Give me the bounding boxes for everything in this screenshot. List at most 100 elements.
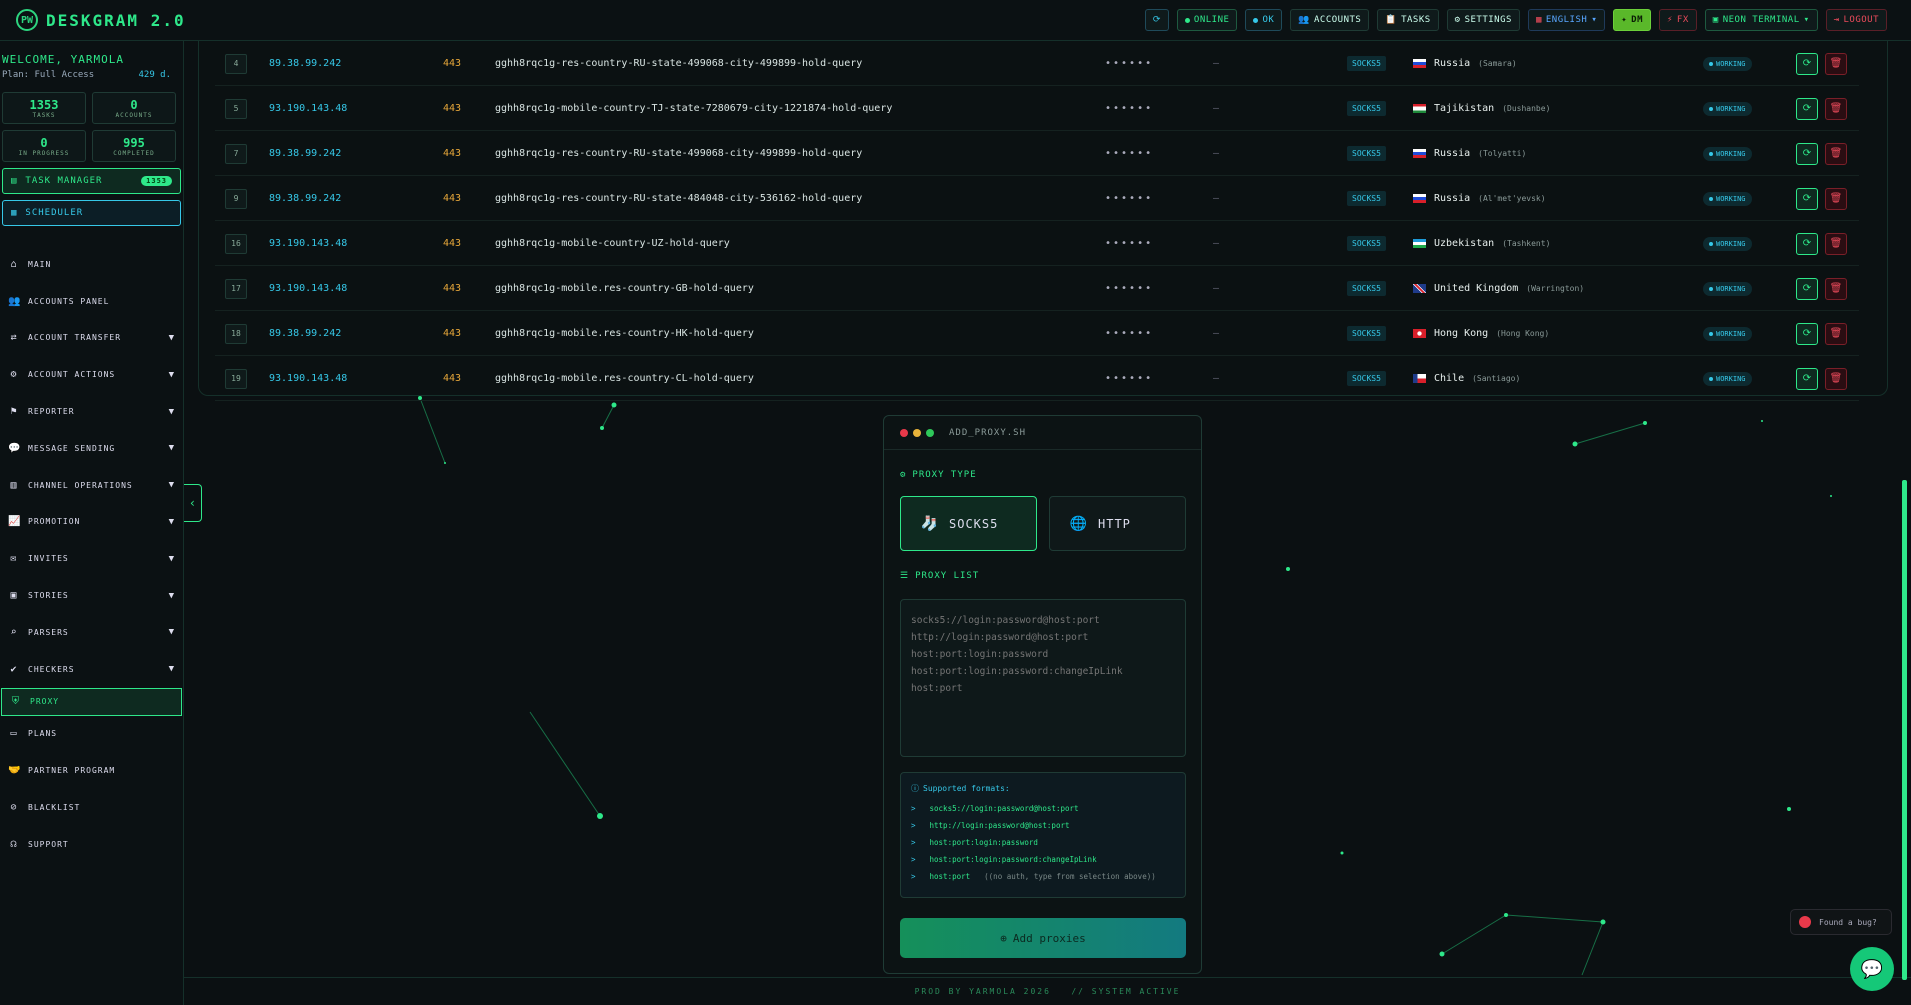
window-close-dot-icon [900,428,908,437]
refresh-button[interactable]: ⟳ [1144,9,1169,31]
chat-icon: 💬 [8,442,22,454]
check-proxy-button[interactable]: ⟳ [1796,277,1818,300]
type-http-button[interactable]: 🌐 HTTP [1049,496,1186,551]
language-select[interactable]: ▦ ENGLISH ▾ [1527,9,1606,31]
row-id: 18 [225,323,247,344]
check-proxy-button[interactable]: ⟳ [1796,232,1818,255]
delete-proxy-button[interactable]: 🗑 [1825,187,1847,210]
delete-proxy-button[interactable]: 🗑 [1825,142,1847,165]
top-bar: PW DESKGRAM 2.0 ⟳ ONLINE OK 👥 ACCOUNTS 📋 T… [0,0,1911,41]
sidebar-item-label: SUPPORT [28,839,69,849]
gb-flag-icon [1413,284,1426,293]
delete-proxy-button[interactable]: 🗑 [1825,277,1847,300]
plan-days: 429 d. [138,70,171,80]
proxy-location: Chile (Santiago) [1413,373,1520,384]
logout-button[interactable]: ⇥ LOGOUT [1825,9,1887,31]
scheduler-button[interactable]: ▦ SCHEDULER [2,200,181,226]
sidebar-item-proxy[interactable]: ⛨ PROXY [1,687,182,716]
proxy-type-badge: SOCKS5 [1347,371,1386,386]
sidebar-item-main[interactable]: ⌂ MAIN [0,246,183,283]
check-proxy-button[interactable]: ⟳ [1796,97,1818,120]
chat-button[interactable]: 💬 [1850,947,1894,991]
sidebar-item-invites[interactable]: ✉ INVITES ▼ [0,540,183,577]
sidebar-item-message-sending[interactable]: 💬 MESSAGE SENDING ▼ [0,430,183,467]
delete-proxy-button[interactable]: 🗑 [1825,367,1847,390]
proxy-login: gghh8rqc1g-mobile.res-country-HK-hold-qu… [495,328,754,339]
check-proxy-button[interactable]: ⟳ [1796,142,1818,165]
prompt-icon: > [911,855,916,864]
proxy-extra: — [1213,193,1220,204]
delete-proxy-button[interactable]: 🗑 [1825,97,1847,120]
check-proxy-button[interactable]: ⟳ [1796,322,1818,345]
sidebar-item-plans[interactable]: ▭ PLANS [0,716,183,753]
channel-icon: ▥ [10,479,18,491]
sidebar-item-label: PROXY [30,697,60,707]
fx-button[interactable]: ⚡ FX [1659,9,1697,31]
table-row: 19 93.190.143.48 443 gghh8rqc1g-mobile.res-… [215,357,1859,401]
page-scrollbar[interactable] [1902,480,1907,980]
sidebar-collapse-button[interactable]: ‹ [184,484,202,522]
add-proxy-card: ADD_PROXY.SH ⚙ PROXY TYPE 🧦 SOCKS5 🌐 HTT… [883,415,1202,974]
add-proxies-button[interactable]: ⊕ Add proxies [900,918,1186,958]
sidebar-item-reporter[interactable]: ⚑ REPORTER ▼ [0,393,183,430]
sidebar-item-account-transfer[interactable]: ⇄ ACCOUNT TRANSFER ▼ [0,320,183,357]
status-badge: WORKING [1703,371,1752,386]
format-item: > http://login:password@host:port [911,817,1175,834]
delete-proxy-button[interactable]: 🗑 [1825,322,1847,345]
check-proxy-button[interactable]: ⟳ [1796,52,1818,75]
settings-button[interactable]: ⚙ SETTINGS [1446,9,1520,31]
sidebar-item-blacklist[interactable]: ⊘ BLACKLIST [0,789,183,826]
tasks-button[interactable]: 📋 TASKS [1377,9,1439,31]
status-label: WORKING [1716,374,1746,383]
status-label: WORKING [1716,329,1746,338]
sidebar-item-account-actions[interactable]: ⚙ ACCOUNT ACTIONS ▼ [0,356,183,393]
sidebar-item-partner-program[interactable]: 🤝 PARTNER PROGRAM [0,752,183,789]
sidebar-item-accounts-panel[interactable]: 👥 ACCOUNTS PANEL [0,283,183,320]
country-name: United Kingdom [1434,283,1519,294]
format-item: > socks5://login:password@host:port [911,800,1175,817]
status-label: WORKING [1716,104,1746,113]
type-socks5-button[interactable]: 🧦 SOCKS5 [900,496,1037,551]
settings-label: SETTINGS [1464,15,1512,25]
theme-select[interactable]: ▣ NEON TERMINAL ▾ [1704,9,1818,31]
stat-accounts: 0 ACCOUNTS [92,92,176,124]
status-badge: WORKING [1703,56,1752,71]
delete-proxy-button[interactable]: 🗑 [1825,232,1847,255]
sidebar-item-support[interactable]: ☊ SUPPORT [0,826,183,863]
task-manager-button[interactable]: ▤ TASK MANAGER 1353 [2,168,181,194]
brand[interactable]: PW DESKGRAM 2.0 [0,9,200,31]
sidebar-item-label: ACCOUNT ACTIONS [28,370,116,380]
status-label: WORKING [1716,239,1746,248]
check-proxy-button[interactable]: ⟳ [1796,367,1818,390]
sidebar-item-label: MESSAGE SENDING [28,443,116,453]
stat-label: COMPLETED [113,149,155,157]
sidebar-item-channel-operations[interactable]: ▥ CHANNEL OPERATIONS ▼ [0,467,183,504]
delete-proxy-button[interactable]: 🗑 [1825,52,1847,75]
ok-dot-icon [1253,17,1259,23]
format-text: host:port:login:password [929,838,1038,847]
sidebar-item-parsers[interactable]: ⌕ PARSERS ▼ [0,614,183,651]
fx-label: FX [1676,15,1689,25]
plus-circle-icon: ⊕ [1000,931,1007,945]
report-bug-button[interactable]: Found a bug? [1790,909,1892,935]
trash-icon: 🗑 [1829,58,1843,69]
sidebar-item-label: ACCOUNT TRANSFER [28,333,122,343]
sidebar-item-checkers[interactable]: ✔ CHECKERS ▼ [0,651,183,688]
refresh-icon: ⟳ [1802,373,1812,384]
partner-icon: 🤝 [8,765,22,777]
language-label: ENGLISH [1545,15,1588,25]
chevron-down-icon: ▼ [168,332,175,343]
accounts-button[interactable]: 👥 ACCOUNTS [1290,9,1370,31]
dm-button[interactable]: ✦ DM [1613,9,1651,31]
stat-value: 1353 [29,97,59,112]
proxy-list-textarea[interactable] [900,599,1186,757]
sidebar-item-promotion[interactable]: 📈 PROMOTION ▼ [0,504,183,541]
sidebar-item-stories[interactable]: ▣ STORIES ▼ [0,577,183,614]
stat-value: 0 [40,135,48,150]
check-proxy-button[interactable]: ⟳ [1796,187,1818,210]
table-row: 9 89.38.99.242 443 gghh8rqc1g-res-country-R… [215,177,1859,221]
task-manager-label: TASK MANAGER [25,176,103,186]
sidebar-item-label: CHANNEL OPERATIONS [28,480,133,490]
card-icon: ▭ [10,728,18,740]
proxy-list-heading: ☰ PROXY LIST [900,571,979,581]
